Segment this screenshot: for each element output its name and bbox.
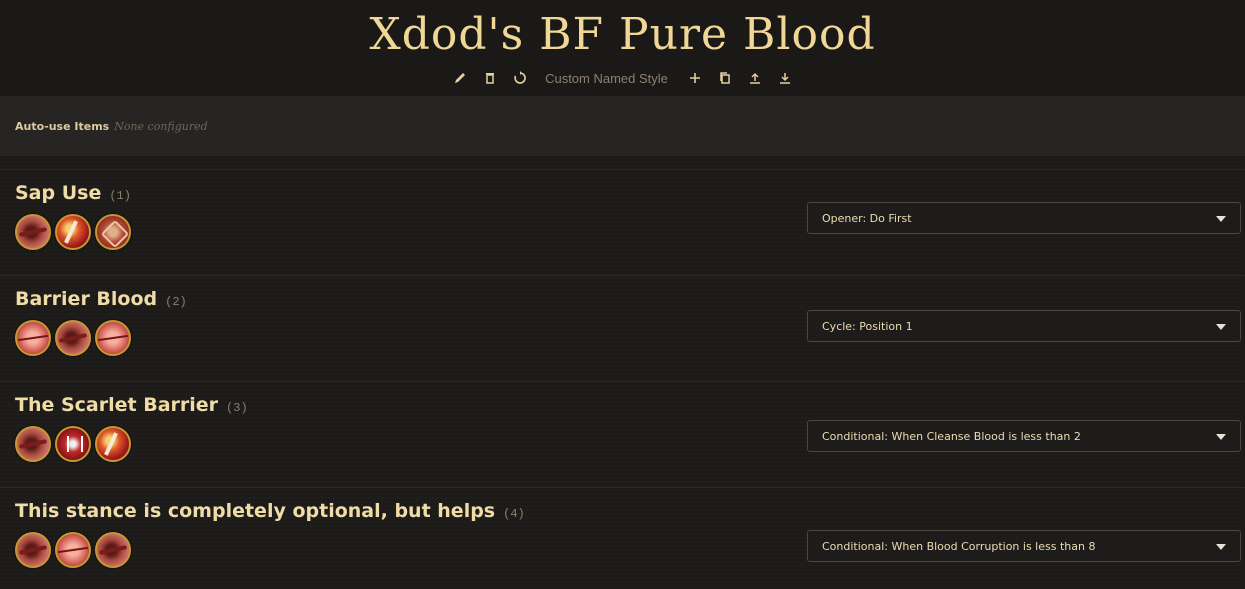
skill-icons bbox=[15, 426, 131, 462]
skill-icon[interactable] bbox=[15, 214, 51, 250]
stance-section: This stance is completely optional, but … bbox=[0, 487, 1245, 589]
copy-icon bbox=[720, 72, 730, 84]
section-count: (3) bbox=[226, 401, 248, 415]
caret-down-icon bbox=[1216, 434, 1226, 440]
auto-use-label: Auto-use Items bbox=[15, 119, 110, 133]
select-value: Conditional: When Blood Corruption is le… bbox=[822, 539, 1096, 553]
section-title: The Scarlet Barrier (3) bbox=[15, 394, 248, 416]
section-title-text: The Scarlet Barrier bbox=[15, 394, 219, 416]
section-count: (1) bbox=[109, 189, 131, 203]
skill-icon[interactable] bbox=[15, 532, 51, 568]
trash-icon bbox=[486, 73, 495, 84]
select-value: Cycle: Position 1 bbox=[822, 319, 913, 333]
download-button[interactable] bbox=[770, 68, 800, 88]
delete-button[interactable] bbox=[475, 68, 505, 88]
section-title-text: Sap Use bbox=[15, 182, 102, 204]
edit-button[interactable] bbox=[445, 68, 475, 88]
section-count: (4) bbox=[503, 507, 525, 521]
stance-mode-select[interactable]: Conditional: When Cleanse Blood is less … bbox=[807, 420, 1241, 452]
auto-use-items-bar: Auto-use Items None configured bbox=[0, 96, 1245, 157]
stance-mode-select[interactable]: Conditional: When Blood Corruption is le… bbox=[807, 530, 1241, 562]
plus-icon bbox=[689, 73, 700, 83]
skill-icon[interactable] bbox=[55, 320, 91, 356]
upload-button[interactable] bbox=[740, 68, 770, 88]
skill-icon[interactable] bbox=[95, 320, 131, 356]
section-title: This stance is completely optional, but … bbox=[15, 500, 525, 522]
section-title-text: This stance is completely optional, but … bbox=[15, 500, 496, 522]
skill-icon[interactable] bbox=[55, 214, 91, 250]
skill-icon[interactable] bbox=[55, 532, 91, 568]
upload-icon bbox=[749, 72, 760, 84]
caret-down-icon bbox=[1216, 216, 1226, 222]
skill-icon[interactable] bbox=[95, 214, 131, 250]
stance-mode-select[interactable]: Cycle: Position 1 bbox=[807, 310, 1241, 342]
skill-icon[interactable] bbox=[15, 320, 51, 356]
toolbar: Custom Named Style bbox=[0, 68, 1245, 88]
skill-icons bbox=[15, 532, 131, 568]
stance-section: Sap Use (1) Opener: Do First bbox=[0, 169, 1245, 276]
section-title-text: Barrier Blood bbox=[15, 288, 158, 310]
page-title: Xdod's BF Pure Blood bbox=[369, 9, 876, 60]
stance-section: The Scarlet Barrier (3) Conditional: When… bbox=[0, 381, 1245, 488]
caret-down-icon bbox=[1216, 544, 1226, 550]
section-title: Sap Use (1) bbox=[15, 182, 131, 204]
section-title: Barrier Blood (2) bbox=[15, 288, 187, 310]
skill-icon[interactable] bbox=[95, 532, 131, 568]
skill-icons bbox=[15, 320, 131, 356]
select-value: Opener: Do First bbox=[822, 211, 912, 225]
download-icon bbox=[779, 73, 790, 84]
refresh-icon bbox=[514, 71, 526, 84]
add-button[interactable] bbox=[680, 68, 710, 88]
stance-mode-select[interactable]: Opener: Do First bbox=[807, 202, 1241, 234]
header: Xdod's BF Pure Blood Custom Named Style bbox=[0, 0, 1245, 96]
caret-down-icon bbox=[1216, 324, 1226, 330]
copy-button[interactable] bbox=[710, 68, 740, 88]
stance-section: Barrier Blood (2) Cycle: Position 1 bbox=[0, 275, 1245, 382]
pencil-icon bbox=[455, 73, 466, 83]
skill-icons bbox=[15, 214, 131, 250]
style-name-label: Custom Named Style bbox=[545, 70, 668, 86]
auto-use-value: None configured bbox=[114, 119, 208, 133]
section-count: (2) bbox=[165, 295, 187, 309]
select-value: Conditional: When Cleanse Blood is less … bbox=[822, 429, 1081, 443]
skill-icon[interactable] bbox=[95, 426, 131, 462]
skill-icon[interactable] bbox=[55, 426, 91, 462]
skill-icon[interactable] bbox=[15, 426, 51, 462]
refresh-button[interactable] bbox=[505, 68, 535, 88]
